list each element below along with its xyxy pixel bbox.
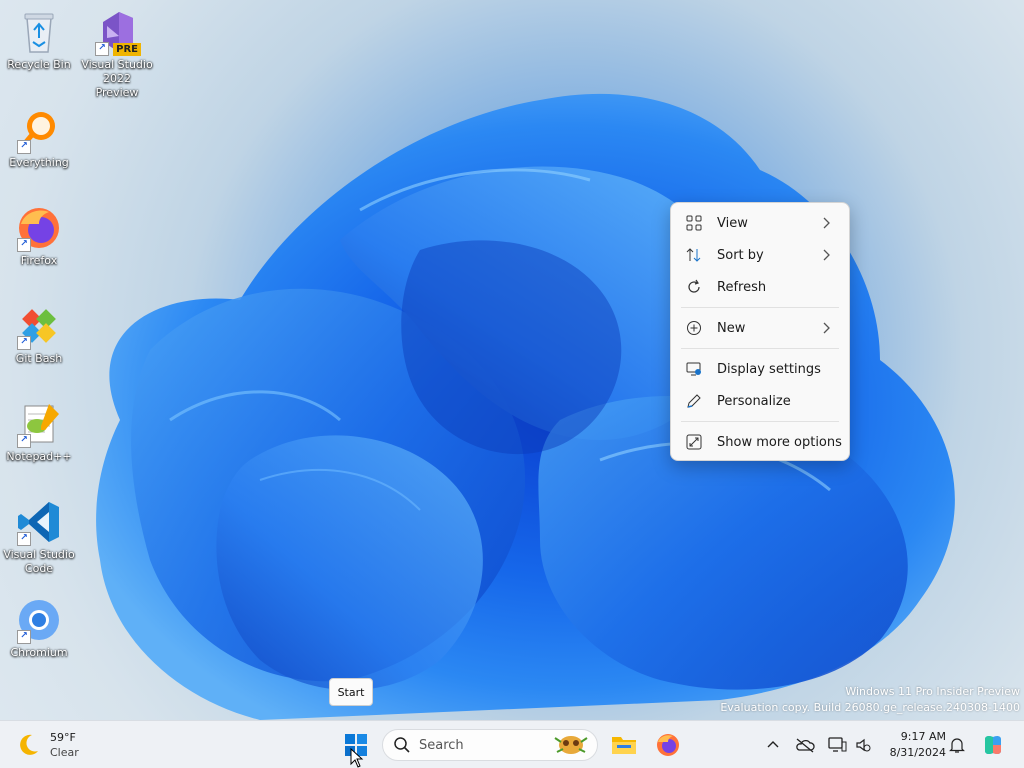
desktop-icon-everything[interactable]: ↗ Everything — [2, 106, 76, 170]
chevron-right-icon — [823, 322, 830, 334]
firefox-icon — [657, 734, 679, 756]
git-bash-icon: ↗ — [15, 302, 63, 350]
expand-icon — [685, 433, 703, 451]
vscode-icon: ↗ — [15, 498, 63, 546]
recycle-bin-icon — [15, 8, 63, 56]
onedrive-offline-icon[interactable] — [794, 734, 816, 756]
taskbar-app-file-explorer[interactable] — [606, 727, 642, 763]
menu-item-view[interactable]: View — [675, 207, 845, 239]
notepad-plus-plus-icon: ↗ — [15, 400, 63, 448]
clock-time: 9:17 AM — [900, 730, 946, 743]
desktop-context-menu: View Sort by Refresh New Display setting… — [670, 202, 850, 461]
shortcut-arrow-icon: ↗ — [17, 434, 31, 448]
bell-icon — [949, 738, 965, 753]
refresh-icon — [685, 278, 703, 296]
evaluation-watermark: Windows 11 Pro Insider Preview Evaluatio… — [720, 684, 1020, 716]
taskbar-search-box[interactable]: Search — [382, 729, 598, 761]
network-icon[interactable] — [826, 734, 848, 756]
search-placeholder: Search — [419, 737, 464, 753]
copilot-icon — [985, 735, 1001, 755]
mouse-cursor-icon — [350, 748, 364, 768]
volume-icon[interactable] — [852, 734, 874, 756]
plus-circle-icon — [685, 319, 703, 337]
search-icon — [394, 737, 410, 753]
menu-separator — [681, 307, 839, 308]
shortcut-arrow-icon: ↗ — [17, 336, 31, 350]
show-hidden-icons-button[interactable] — [762, 734, 784, 756]
desktop-icon-label: Everything — [9, 156, 69, 169]
desktop-icon-firefox[interactable]: ↗ Firefox — [2, 204, 76, 268]
notification-bell-button[interactable] — [946, 734, 968, 756]
menu-item-label: Personalize — [717, 393, 791, 409]
preview-badge: PRE — [113, 43, 141, 56]
desktop-icon-label: Firefox — [20, 254, 58, 267]
watermark-line-1: Windows 11 Pro Insider Preview — [845, 685, 1020, 698]
menu-separator — [681, 348, 839, 349]
everything-search-icon: ↗ — [15, 106, 63, 154]
weather-temperature: 59°F — [50, 731, 76, 744]
desktop-icon-label: Chromium — [10, 646, 68, 659]
menu-item-label: Show more options — [717, 434, 842, 450]
taskbar: 59°F Clear Search 9:17 AM 8/31/2024 — [0, 720, 1024, 768]
start-tooltip: Start — [329, 678, 373, 706]
sort-icon — [685, 246, 703, 264]
display-settings-icon — [685, 360, 703, 378]
shortcut-arrow-icon: ↗ — [95, 42, 109, 56]
copilot-button[interactable] — [980, 732, 1006, 758]
desktop-icon-visual-studio-preview[interactable]: PRE ↗ Visual Studio 2022 Preview — [80, 8, 154, 100]
chevron-up-icon — [767, 741, 779, 748]
menu-item-new[interactable]: New — [675, 312, 845, 344]
menu-separator — [681, 421, 839, 422]
visual-studio-preview-icon: PRE ↗ — [93, 8, 141, 56]
weather-condition: Clear — [50, 746, 79, 759]
grid-view-icon — [685, 214, 703, 232]
shortcut-arrow-icon: ↗ — [17, 532, 31, 546]
menu-item-label: Refresh — [717, 279, 767, 295]
firefox-icon: ↗ — [15, 204, 63, 252]
chromium-icon: ↗ — [15, 596, 63, 644]
moon-icon — [20, 734, 38, 755]
clock-date: 8/31/2024 — [889, 746, 946, 759]
weather-widget[interactable]: 59°F Clear — [14, 727, 79, 763]
desktop-icon-label: Git Bash — [15, 352, 63, 365]
desktop-icon-recycle-bin[interactable]: Recycle Bin — [2, 8, 76, 72]
menu-item-label: Sort by — [717, 247, 764, 263]
chevron-right-icon — [823, 249, 830, 261]
wallpaper-bloom — [96, 93, 955, 720]
desktop-icon-notepad-plus-plus[interactable]: ↗ Notepad++ — [2, 400, 76, 464]
menu-item-label: Display settings — [717, 361, 821, 377]
menu-item-refresh[interactable]: Refresh — [675, 271, 845, 303]
desktop-icon-label: Notepad++ — [6, 450, 72, 463]
desktop-icon-chromium[interactable]: ↗ Chromium — [2, 596, 76, 660]
desktop-icon-label: Visual Studio 2022 Preview — [81, 58, 153, 99]
desktop-icon-vscode[interactable]: ↗ Visual Studio Code — [2, 498, 76, 576]
taskbar-clock[interactable]: 9:17 AM 8/31/2024 — [880, 729, 946, 761]
menu-item-personalize[interactable]: Personalize — [675, 385, 845, 417]
menu-item-label: New — [717, 320, 746, 336]
desktop-icon-label: Visual Studio Code — [3, 548, 75, 575]
desktop-icon-git-bash[interactable]: ↗ Git Bash — [2, 302, 76, 366]
menu-item-show-more-options[interactable]: Show more options — [675, 426, 845, 458]
pen-icon — [685, 392, 703, 410]
desktop[interactable]: Recycle Bin PRE ↗ Visual Studio 2022 Pre… — [0, 0, 1024, 768]
desktop-icon-label: Recycle Bin — [7, 58, 71, 71]
chevron-right-icon — [823, 217, 830, 229]
search-highlight-doodle-icon — [554, 736, 588, 754]
watermark-line-2: Evaluation copy. Build 26080.ge_release.… — [720, 701, 1020, 714]
menu-item-display-settings[interactable]: Display settings — [675, 353, 845, 385]
menu-item-label: View — [717, 215, 748, 231]
shortcut-arrow-icon: ↗ — [17, 238, 31, 252]
menu-item-sort-by[interactable]: Sort by — [675, 239, 845, 271]
taskbar-app-firefox[interactable] — [650, 727, 686, 763]
shortcut-arrow-icon: ↗ — [17, 630, 31, 644]
folder-icon — [612, 737, 636, 754]
shortcut-arrow-icon: ↗ — [17, 140, 31, 154]
